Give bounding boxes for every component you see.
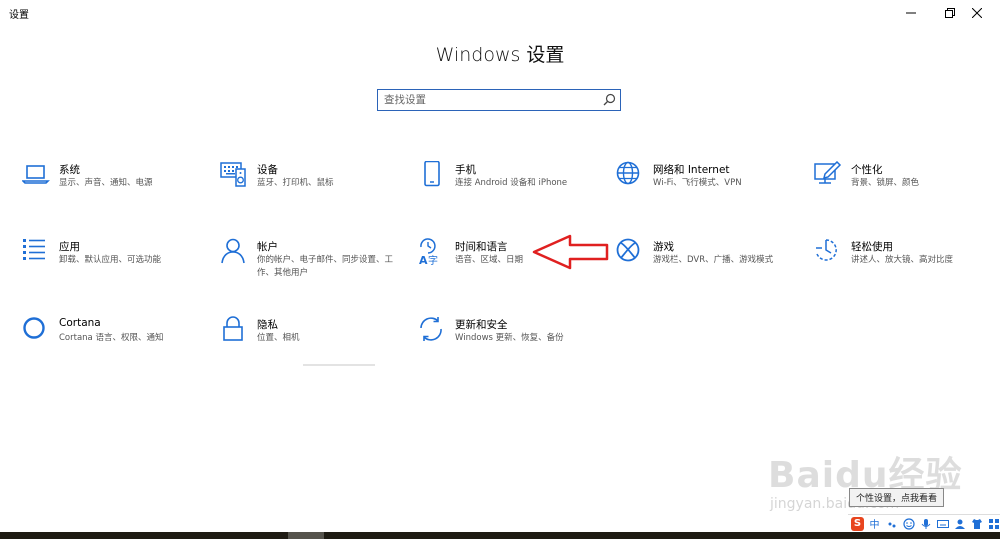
tile-name: 更新和安全 [455, 319, 508, 331]
scroll-indicator [303, 364, 375, 366]
tile-network[interactable]: 网络和 Internet Wi-Fi、飞行模式、VPN [616, 161, 806, 223]
xbox-icon [616, 238, 640, 262]
tile-name: 个性化 [851, 164, 883, 176]
toolbox-grid-icon[interactable] [987, 517, 1000, 531]
tile-desc: 显示、声音、通知、电源 [59, 178, 153, 188]
emoji-icon[interactable] [902, 517, 915, 531]
ime-language-toggle[interactable]: 中 [868, 517, 881, 531]
globe-icon [616, 161, 640, 185]
tile-name: 隐私 [257, 319, 278, 331]
tile-desc: Cortana 语言、权限、通知 [59, 333, 164, 343]
tile-desc: 卸载、默认应用、可选功能 [59, 255, 162, 265]
tile-devices[interactable]: 设备 蓝牙、打印机、鼠标 [220, 161, 410, 223]
watermark: Baidu经验 jingyan.baidu.com [760, 428, 975, 523]
phone-icon [424, 161, 440, 187]
cortana-ring-icon [23, 317, 45, 339]
tile-name: 网络和 Internet [653, 164, 730, 176]
tile-name: 时间和语言 [455, 241, 508, 253]
skin-shirt-icon[interactable] [970, 517, 983, 531]
tile-desc: 连接 Android 设备和 iPhone [455, 178, 568, 188]
tile-desc: 背景、锁屏、颜色 [851, 178, 920, 188]
paint-icon [814, 161, 842, 184]
user-icon[interactable] [953, 517, 966, 531]
annotation-arrow [532, 234, 609, 270]
minimize-icon [906, 12, 916, 14]
apps-list-icon [23, 239, 45, 260]
tile-name: 帐户 [257, 241, 278, 253]
keyboard-icon [220, 162, 246, 187]
tile-privacy[interactable]: 隐私 位置、相机 [220, 316, 410, 378]
close-button[interactable] [954, 0, 1000, 26]
laptop-icon [22, 165, 50, 184]
tile-desc: 讲述人、放大镜、高对比度 [851, 255, 954, 265]
tile-desc: 位置、相机 [257, 333, 300, 343]
ease-of-access-icon [816, 239, 837, 261]
person-icon [221, 238, 245, 264]
svg-text:A: A [419, 254, 428, 266]
tile-name: 轻松使用 [851, 241, 893, 253]
search-icon[interactable] [603, 93, 616, 106]
tile-gaming[interactable]: 游戏 游戏栏、DVR、广播、游戏模式 [616, 238, 806, 300]
search-box[interactable] [377, 89, 621, 111]
tile-name: 手机 [455, 164, 476, 176]
tile-desc: 游戏栏、DVR、广播、游戏模式 [653, 255, 774, 265]
tile-personalization[interactable]: 个性化 背景、锁屏、颜色 [814, 161, 1000, 223]
ime-toolbar: S 中 [848, 514, 1000, 532]
sogou-logo[interactable]: S [851, 516, 864, 531]
tile-name: 应用 [59, 241, 80, 253]
taskbar [0, 532, 1000, 539]
tile-phone[interactable]: 手机 连接 Android 设备和 iPhone [418, 161, 608, 223]
tile-cortana[interactable]: Cortana Cortana 语言、权限、通知 [22, 316, 212, 378]
tile-name: 设备 [257, 164, 278, 176]
tile-desc: 你的帐户、电子邮件、同步设置、工作、其他用户 [257, 255, 394, 278]
tile-name: Cortana [59, 317, 101, 329]
page-title: Windows 设置 [435, 44, 565, 66]
title-bar: 设置 [0, 0, 1000, 26]
tile-update-security[interactable]: 更新和安全 Windows 更新、恢复、备份 [418, 316, 608, 378]
tile-system[interactable]: 系统 显示、声音、通知、电源 [22, 161, 212, 223]
time-language-icon: A 字 [419, 238, 438, 266]
tooltip: 个性设置，点我看看 [849, 488, 945, 507]
tile-apps[interactable]: 应用 卸载、默认应用、可选功能 [22, 238, 212, 300]
punctuation-icon[interactable] [885, 517, 898, 531]
tile-accounts[interactable]: 帐户 你的帐户、电子邮件、同步设置、工作、其他用户 [220, 238, 410, 300]
taskbar-active-app[interactable] [288, 532, 324, 539]
tile-desc: 蓝牙、打印机、鼠标 [257, 178, 334, 188]
tile-ease-of-access[interactable]: 轻松使用 讲述人、放大镜、高对比度 [814, 238, 1000, 300]
microphone-icon[interactable] [919, 517, 932, 531]
app-title: 设置 [9, 10, 29, 21]
lock-icon [223, 316, 243, 341]
tile-name: 系统 [59, 164, 80, 176]
tile-name: 游戏 [653, 241, 674, 253]
sync-icon [420, 317, 442, 341]
close-icon [972, 8, 982, 18]
tile-desc: Windows 更新、恢复、备份 [455, 333, 564, 343]
search-input[interactable] [384, 92, 594, 108]
keyboard-mode-icon[interactable] [936, 517, 949, 531]
tile-desc: Wi-Fi、飞行模式、VPN [653, 178, 742, 188]
svg-text:字: 字 [428, 254, 438, 266]
